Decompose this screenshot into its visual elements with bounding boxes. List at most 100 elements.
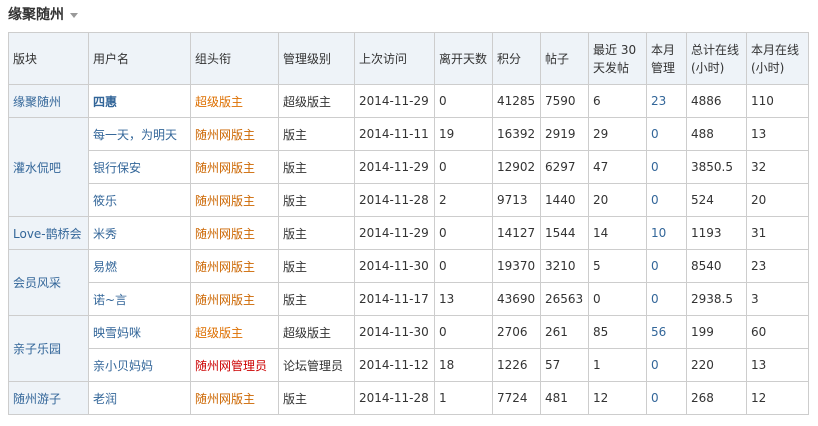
chevron-down-icon[interactable] (70, 12, 78, 18)
table-row: 会员风采 易燃 随州网版主 版主 2014-11-30 0 19370 3210… (8, 249, 809, 316)
admin-level-cell: 超级版主 (278, 315, 355, 349)
admin-level-cell: 版主 (278, 249, 355, 283)
group-title: 随州网版主 (195, 193, 256, 208)
username-cell: 银行保安 (88, 150, 191, 184)
group-title-cell: 随州网管理员 (190, 348, 279, 382)
posts30-cell: 47 (588, 150, 647, 184)
username-link[interactable]: 老润 (93, 392, 117, 406)
points-cell: 9713 (492, 183, 541, 217)
online-month-cell: 20 (746, 183, 809, 217)
col-manage-month: 本月管理 (646, 32, 687, 85)
admin-level-cell: 超级版主 (278, 84, 355, 118)
board-link[interactable]: 缘聚随州 (13, 95, 61, 109)
points-cell: 41285 (492, 84, 541, 118)
table-row: 缘聚随州 四惠 超级版主 超级版主 2014-11-29 0 41285 759… (8, 84, 809, 118)
online-month-cell: 32 (746, 150, 809, 184)
last-visit-cell: 2014-11-29 (354, 150, 435, 184)
points-cell: 12902 (492, 150, 541, 184)
moderator-table: 版块 用户名 组头衔 管理级别 上次访问 离开天数 积分 帖子 最近 30 天发… (8, 32, 809, 415)
admin-level-cell: 版主 (278, 282, 355, 316)
section-header[interactable]: 缘聚随州 (8, 3, 78, 25)
col-posts: 帖子 (540, 32, 589, 85)
posts30-cell: 12 (588, 381, 647, 415)
board-link[interactable]: 灌水侃吧 (13, 161, 61, 175)
table-row: 随州游子 老润 随州网版主 版主 2014-11-28 1 7724 481 1… (8, 381, 809, 415)
board-link[interactable]: 亲子乐园 (13, 342, 61, 356)
posts-cell: 3210 (540, 249, 589, 283)
online-month-cell: 3 (746, 282, 809, 316)
manage-month-cell: 0 (646, 348, 687, 382)
username-link[interactable]: 映雪妈咪 (93, 326, 141, 340)
col-username: 用户名 (88, 32, 191, 85)
username-link[interactable]: 米秀 (93, 227, 117, 241)
username-link[interactable]: 诺~言 (93, 293, 127, 307)
posts30-cell: 0 (588, 282, 647, 316)
board-cell: 缘聚随州 (8, 84, 89, 118)
col-days-away: 离开天数 (434, 32, 493, 85)
online-total-cell: 3850.5 (686, 150, 747, 184)
group-title: 随州网版主 (195, 259, 256, 274)
points-cell: 1226 (492, 348, 541, 382)
table-row: 灌水侃吧 每一天，为明天 随州网版主 版主 2014-11-11 19 1639… (8, 117, 809, 217)
col-posts-30-days: 最近 30 天发帖 (588, 32, 647, 85)
board-cell: 灌水侃吧 (8, 117, 89, 217)
admin-level-cell: 版主 (278, 216, 355, 250)
posts-cell: 7590 (540, 84, 589, 118)
section-title[interactable]: 缘聚随州 (8, 4, 64, 24)
online-total-cell: 524 (686, 183, 747, 217)
days-away-cell: 2 (434, 183, 493, 217)
posts-cell: 2919 (540, 117, 589, 151)
username-cell: 映雪妈咪 (88, 315, 191, 349)
admin-level-cell: 版主 (278, 381, 355, 415)
posts-cell: 481 (540, 381, 589, 415)
last-visit-cell: 2014-11-30 (354, 249, 435, 283)
manage-month-cell: 0 (646, 381, 687, 415)
board-link[interactable]: 会员风采 (13, 276, 61, 290)
group-title-cell: 随州网版主 (190, 183, 279, 217)
points-cell: 14127 (492, 216, 541, 250)
days-away-cell: 0 (434, 150, 493, 184)
col-online-total: 总计在线 (小时) (686, 32, 747, 85)
col-points: 积分 (492, 32, 541, 85)
col-online-month: 本月在线 (小时) (746, 32, 809, 85)
board-link[interactable]: Love-鹊桥会 (13, 227, 82, 241)
username-link[interactable]: 每一天，为明天 (93, 128, 177, 142)
last-visit-cell: 2014-11-11 (354, 117, 435, 151)
group-title: 超级版主 (195, 94, 244, 109)
username-link[interactable]: 筱乐 (93, 194, 117, 208)
manage-month-cell: 0 (646, 150, 687, 184)
col-group-title: 组头衔 (190, 32, 279, 85)
online-month-cell: 110 (746, 84, 809, 118)
days-away-cell: 19 (434, 117, 493, 151)
board-cell: 亲子乐园 (8, 315, 89, 382)
online-total-cell: 268 (686, 381, 747, 415)
admin-level-cell: 版主 (278, 150, 355, 184)
username-cell: 老润 (88, 381, 191, 415)
username-link[interactable]: 银行保安 (93, 161, 141, 175)
manage-month-cell: 0 (646, 282, 687, 316)
username-link[interactable]: 四惠 (93, 95, 117, 109)
username-cell: 四惠 (88, 84, 191, 118)
days-away-cell: 18 (434, 348, 493, 382)
posts30-cell: 1 (588, 348, 647, 382)
online-total-cell: 4886 (686, 84, 747, 118)
manage-month-cell: 0 (646, 117, 687, 151)
group-title-cell: 随州网版主 (190, 117, 279, 151)
group-title: 超级版主 (195, 325, 244, 340)
username-cell: 亲小贝妈妈 (88, 348, 191, 382)
days-away-cell: 0 (434, 249, 493, 283)
board-cell: Love-鹊桥会 (8, 216, 89, 250)
online-month-cell: 12 (746, 381, 809, 415)
posts-cell: 6297 (540, 150, 589, 184)
username-link[interactable]: 亲小贝妈妈 (93, 359, 153, 373)
last-visit-cell: 2014-11-29 (354, 216, 435, 250)
online-total-cell: 220 (686, 348, 747, 382)
posts-cell: 57 (540, 348, 589, 382)
online-month-cell: 60 (746, 315, 809, 349)
username-cell: 诺~言 (88, 282, 191, 316)
last-visit-cell: 2014-11-17 (354, 282, 435, 316)
board-link[interactable]: 随州游子 (13, 392, 61, 406)
admin-level-cell: 版主 (278, 183, 355, 217)
username-link[interactable]: 易燃 (93, 260, 117, 274)
days-away-cell: 0 (434, 315, 493, 349)
